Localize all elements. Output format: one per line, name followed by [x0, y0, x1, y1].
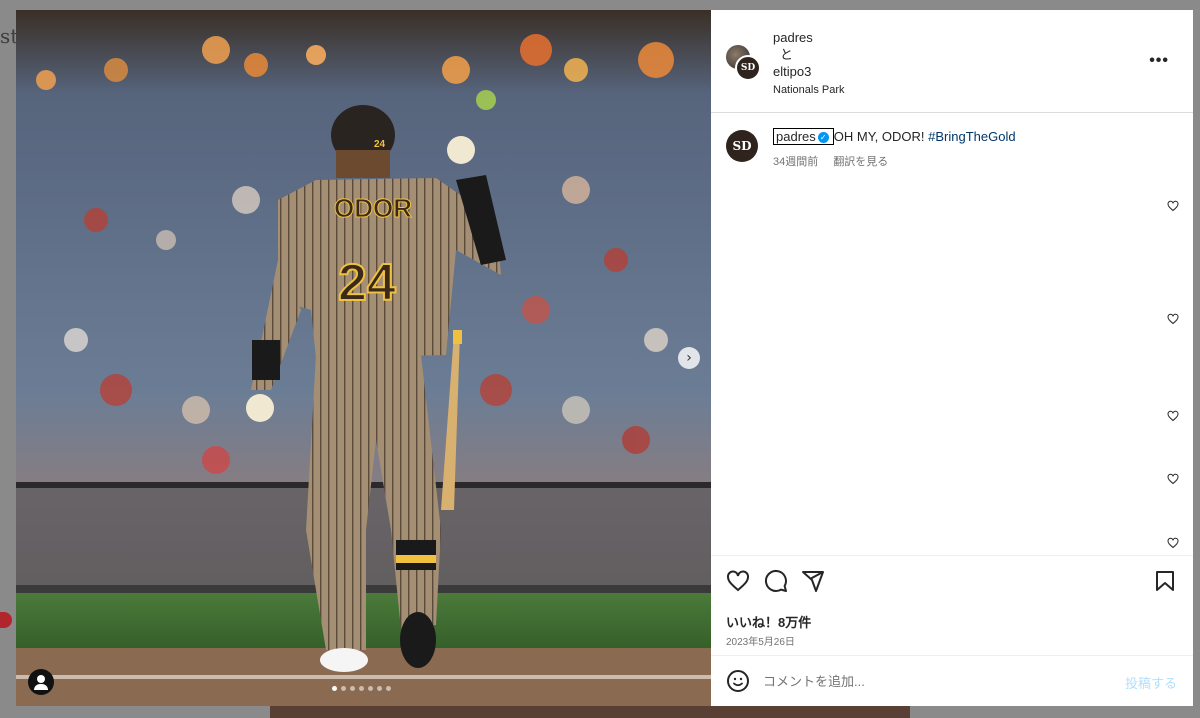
post-date[interactable]: 2023年5月26日 [726, 633, 795, 648]
heart-icon [727, 570, 749, 592]
verified-badge-icon: ✓ [817, 132, 829, 144]
more-options-button[interactable]: ••• [1149, 52, 1169, 70]
post-photo[interactable]: 24 ODOR 24 › [16, 10, 711, 706]
avatar[interactable]: SD [735, 55, 761, 81]
background-feed-strip [270, 705, 910, 718]
collab-names: padres と eltipo3 Nationals Park [773, 29, 845, 99]
carousel-dot [377, 686, 382, 691]
share-button[interactable] [801, 569, 825, 593]
tagged-users-button[interactable] [28, 669, 54, 695]
comment-bar: 投稿する [711, 655, 1193, 706]
post-header: SD padres と eltipo3 Nationals Park ••• [711, 10, 1193, 113]
collab-avatars[interactable]: SD [726, 45, 762, 81]
carousel-dot [341, 686, 346, 691]
user-icon [37, 675, 45, 683]
heart-icon[interactable] [1167, 537, 1179, 549]
comment-button[interactable] [764, 569, 788, 593]
next-photo-button[interactable]: › [678, 347, 700, 369]
carousel-dots [332, 686, 391, 691]
username-link[interactable]: eltipo3 [773, 63, 845, 80]
caption-text: padres ✓ OH MY, ODOR! #BringTheGold [773, 128, 1016, 145]
action-bar: いいね！8万件 2023年5月26日 [711, 555, 1193, 655]
post-modal: 24 ODOR 24 › SD padres と eltipo3 Nationa… [16, 10, 1193, 706]
helmet-number: 24 [374, 139, 386, 150]
jersey-name: ODOR [334, 193, 412, 223]
comment-input[interactable] [763, 670, 1083, 692]
send-icon [802, 571, 824, 592]
see-translation-link[interactable]: 翻訳を見る [833, 156, 888, 168]
carousel-dot [386, 686, 391, 691]
heart-icon[interactable] [1167, 313, 1179, 325]
photo-image: 24 ODOR 24 [16, 10, 711, 706]
carousel-dot [359, 686, 364, 691]
avatar[interactable]: SD [726, 130, 758, 162]
carousel-dot [332, 686, 337, 691]
caption-meta: 34週間前 翻訳を見る [773, 153, 888, 169]
heart-icon[interactable] [1167, 410, 1179, 422]
emoji-icon[interactable] [726, 669, 750, 693]
carousel-dot [350, 686, 355, 691]
username-link[interactable]: padres [773, 29, 845, 46]
collab-conjunction: と [780, 47, 794, 62]
hashtag-link[interactable]: #BringTheGold [928, 129, 1015, 144]
likes-count[interactable]: いいね！8万件 [726, 612, 811, 631]
heart-icon[interactable] [1167, 473, 1179, 485]
caption-body: OH MY, ODOR! [833, 129, 925, 144]
bookmark-icon [1156, 571, 1174, 591]
location-link[interactable]: Nationals Park [773, 82, 845, 99]
carousel-dot [368, 686, 373, 691]
post-side-panel: SD padres と eltipo3 Nationals Park ••• S… [711, 10, 1193, 706]
heart-icon[interactable] [1167, 200, 1179, 212]
like-button[interactable] [726, 569, 750, 593]
caption-username-link[interactable]: padres ✓ [773, 128, 834, 145]
timestamp: 34週間前 [773, 156, 819, 168]
save-button[interactable] [1153, 569, 1177, 593]
comment-icon [764, 569, 787, 592]
post-comment-button[interactable]: 投稿する [1125, 673, 1177, 692]
jersey-number: 24 [338, 254, 396, 312]
